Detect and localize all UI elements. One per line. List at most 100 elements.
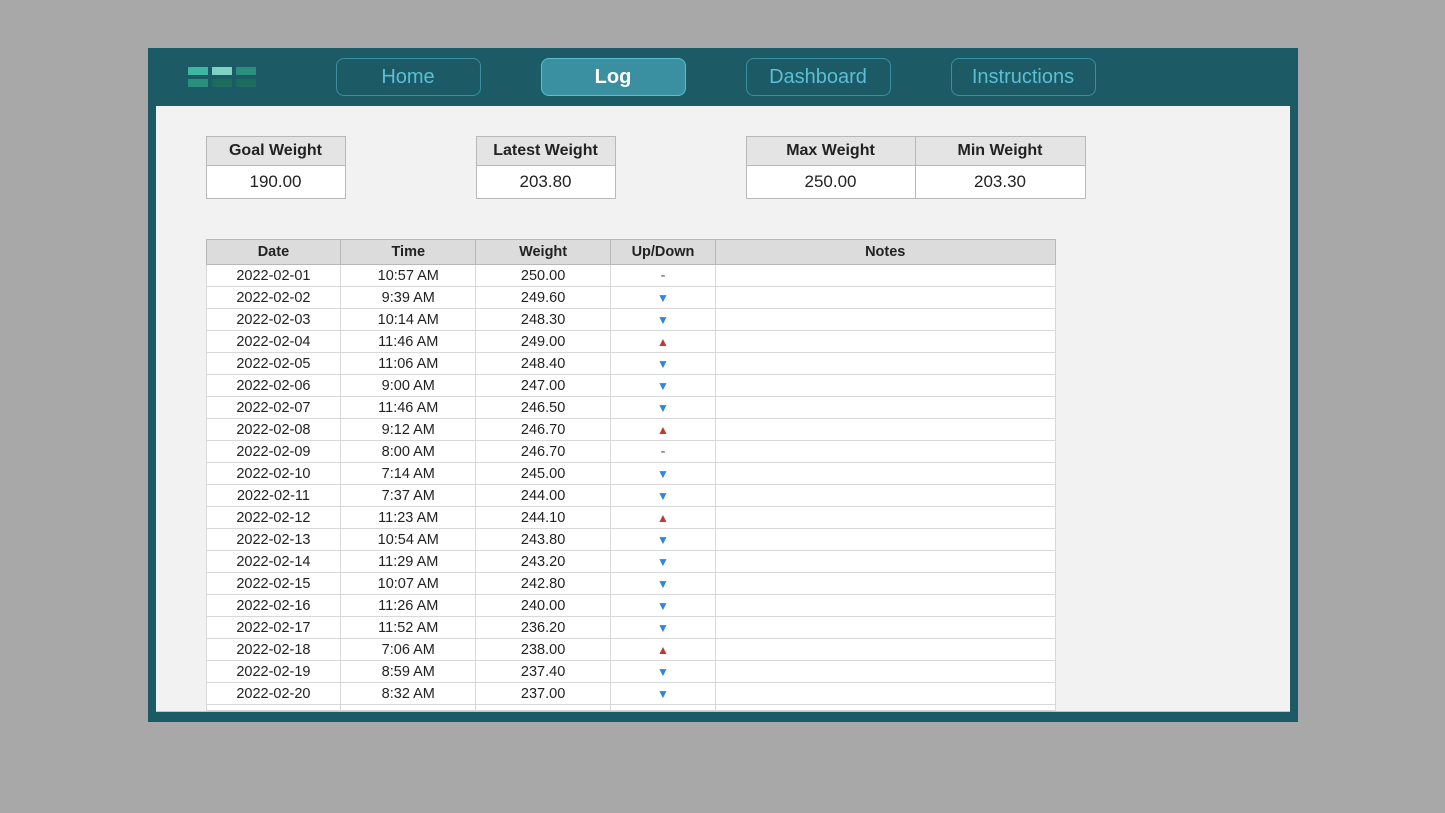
table-row[interactable]: 2022-02-0711:46 AM246.50▼ <box>206 397 1055 419</box>
cell-notes[interactable] <box>715 441 1055 463</box>
cell-weight: 243.20 <box>476 551 611 573</box>
cell-notes[interactable] <box>715 353 1055 375</box>
cell-updown: ▼ <box>611 353 716 375</box>
cell-notes[interactable] <box>715 375 1055 397</box>
table-row[interactable]: 2022-02-069:00 AM247.00▼ <box>206 375 1055 397</box>
table-row[interactable]: 2022-02-0110:57 AM250.00- <box>206 265 1055 287</box>
cell-date: 2022-02-12 <box>206 507 341 529</box>
cell-notes[interactable] <box>715 463 1055 485</box>
table-row[interactable]: 2022-02-0511:06 AM248.40▼ <box>206 353 1055 375</box>
tab-log[interactable]: Log <box>541 58 686 96</box>
cell-notes[interactable] <box>715 397 1055 419</box>
table-row[interactable]: 2022-02-1310:54 AM243.80▼ <box>206 529 1055 551</box>
content-area: Goal Weight 190.00 Latest Weight 203.80 … <box>156 106 1290 712</box>
col-time: Time <box>341 240 476 265</box>
cell-date: 2022-02-14 <box>206 551 341 573</box>
cell-notes[interactable] <box>715 529 1055 551</box>
table-row[interactable]: 2022-02-1711:52 AM236.20▼ <box>206 617 1055 639</box>
table-row[interactable]: 2022-02-089:12 AM246.70▲ <box>206 419 1055 441</box>
table-row[interactable]: 2022-02-1411:29 AM243.20▼ <box>206 551 1055 573</box>
cell-notes[interactable] <box>715 309 1055 331</box>
cell-weight: 249.00 <box>476 331 611 353</box>
cell-notes[interactable] <box>715 551 1055 573</box>
log-table-wrap: Date Time Weight Up/Down Notes 2022-02-0… <box>156 239 1290 711</box>
cell-weight: 244.00 <box>476 485 611 507</box>
logo-icon <box>188 67 256 87</box>
stat-latest-label: Latest Weight <box>476 136 616 166</box>
col-date: Date <box>206 240 341 265</box>
cell-notes[interactable] <box>715 485 1055 507</box>
cell-notes[interactable] <box>715 661 1055 683</box>
cell-notes[interactable] <box>715 639 1055 661</box>
stat-min-value: 203.30 <box>916 166 1086 199</box>
cell-notes[interactable] <box>715 507 1055 529</box>
cell-time: 11:26 AM <box>341 595 476 617</box>
down-arrow-icon: ▼ <box>657 577 669 591</box>
table-row[interactable]: 2022-02-208:32 AM237.00▼ <box>206 683 1055 705</box>
up-arrow-icon: ▲ <box>657 335 669 349</box>
header-bar: Home Log Dashboard Instructions <box>148 48 1298 106</box>
down-arrow-icon: ▼ <box>657 291 669 305</box>
table-row[interactable]: 2022-02-107:14 AM245.00▼ <box>206 463 1055 485</box>
cell-notes[interactable] <box>715 419 1055 441</box>
cell-weight: 249.60 <box>476 287 611 309</box>
table-row[interactable]: 2022-02-1510:07 AM242.80▼ <box>206 573 1055 595</box>
cell-notes[interactable] <box>715 617 1055 639</box>
table-row[interactable]: 2022-02-117:37 AM244.00▼ <box>206 485 1055 507</box>
cell-weight: 250.00 <box>476 265 611 287</box>
cell-notes[interactable] <box>715 331 1055 353</box>
no-change-icon: - <box>661 444 666 460</box>
cell-updown: ▲ <box>611 419 716 441</box>
stat-maxmin: Max Weight 250.00 Min Weight 203.30 <box>746 136 1086 199</box>
table-row[interactable]: 2022-02-198:59 AM237.40▼ <box>206 661 1055 683</box>
stat-latest: Latest Weight 203.80 <box>476 136 616 199</box>
up-arrow-icon: ▲ <box>657 643 669 657</box>
cell-date: 2022-02-19 <box>206 661 341 683</box>
cell-updown: ▼ <box>611 661 716 683</box>
cell-updown: ▼ <box>611 573 716 595</box>
cell-weight: 247.00 <box>476 375 611 397</box>
cell-date: 2022-02-13 <box>206 529 341 551</box>
cell-time: 7:06 AM <box>341 639 476 661</box>
cell-date: 2022-02-15 <box>206 573 341 595</box>
cell-time: 9:12 AM <box>341 419 476 441</box>
cell-updown: ▼ <box>611 375 716 397</box>
cell-notes[interactable] <box>715 595 1055 617</box>
col-updown: Up/Down <box>611 240 716 265</box>
table-row[interactable]: 2022-02-1211:23 AM244.10 ▲ <box>206 507 1055 529</box>
tab-home[interactable]: Home <box>336 58 481 96</box>
up-arrow-icon: ▲ <box>657 511 669 525</box>
cell-weight: 244.10 <box>476 507 611 529</box>
cell-updown: ▼ <box>611 397 716 419</box>
table-row[interactable]: 2022-02-0411:46 AM249.00▲ <box>206 331 1055 353</box>
cell-notes[interactable] <box>715 265 1055 287</box>
cell-date: 2022-02-01 <box>206 265 341 287</box>
cell-notes[interactable] <box>715 573 1055 595</box>
cell-notes[interactable] <box>715 683 1055 705</box>
cell-time: 10:07 AM <box>341 573 476 595</box>
cell-weight: 246.50 <box>476 397 611 419</box>
cell-date: 2022-02-11 <box>206 485 341 507</box>
cell-date: 2022-02-06 <box>206 375 341 397</box>
down-arrow-icon: ▼ <box>657 467 669 481</box>
table-row[interactable]: 2022-02-187:06 AM238.00▲ <box>206 639 1055 661</box>
cell-date: 2022-02-05 <box>206 353 341 375</box>
cell-weight: 246.70 <box>476 419 611 441</box>
cell-updown: ▼ <box>611 485 716 507</box>
cell-updown: ▼ <box>611 551 716 573</box>
cell-time: 7:14 AM <box>341 463 476 485</box>
cell-time: 8:00 AM <box>341 441 476 463</box>
cell-time: 11:23 AM <box>341 507 476 529</box>
tab-dashboard[interactable]: Dashboard <box>746 58 891 96</box>
cell-weight: 237.00 <box>476 683 611 705</box>
table-row[interactable]: 2022-02-098:00 AM246.70- <box>206 441 1055 463</box>
cell-time: 9:00 AM <box>341 375 476 397</box>
table-row[interactable]: 2022-02-1611:26 AM240.00▼ <box>206 595 1055 617</box>
table-row[interactable]: 2022-02-029:39 AM249.60▼ <box>206 287 1055 309</box>
tab-instructions[interactable]: Instructions <box>951 58 1096 96</box>
cell-updown: - <box>611 441 716 463</box>
cell-updown: ▼ <box>611 463 716 485</box>
cell-notes[interactable] <box>715 287 1055 309</box>
table-row[interactable]: 2022-02-0310:14 AM248.30▼ <box>206 309 1055 331</box>
cell-updown: ▲ <box>611 331 716 353</box>
